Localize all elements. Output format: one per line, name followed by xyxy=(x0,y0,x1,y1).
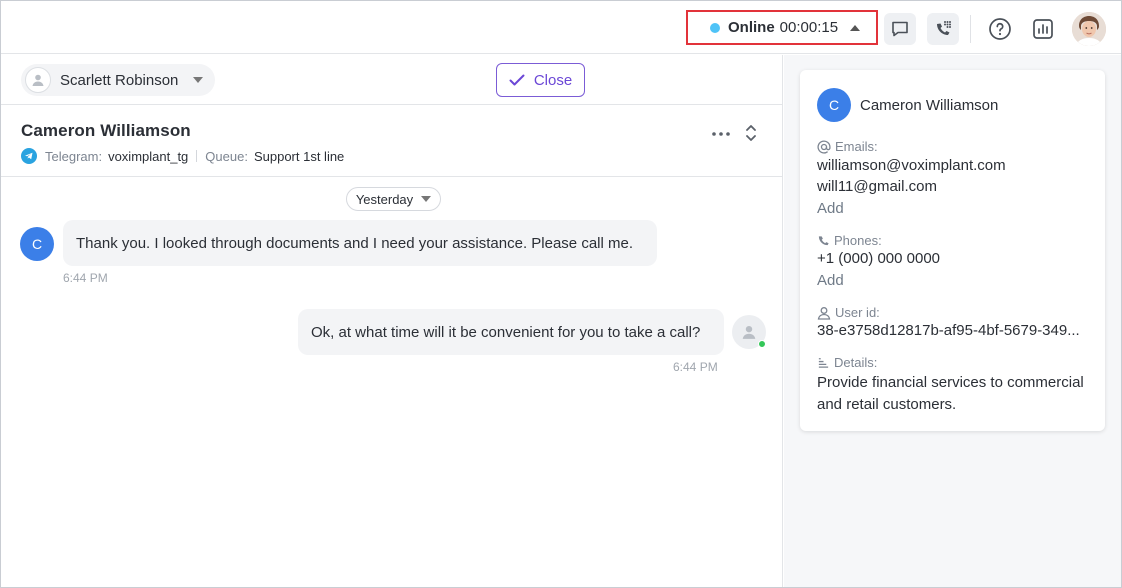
email-item[interactable]: will11@gmail.com xyxy=(817,178,937,195)
contact-header: Cameron Williamson Telegram: voximplant_… xyxy=(1,106,783,177)
contact-card: C Cameron Williamson Emails: williamson@… xyxy=(800,70,1105,431)
person-icon xyxy=(742,325,756,339)
online-indicator xyxy=(758,340,766,348)
userid-label: User id: xyxy=(817,305,880,320)
caret-down-icon xyxy=(193,77,203,83)
contact-card-name: Cameron Williamson xyxy=(860,97,999,114)
softphone-button[interactable] xyxy=(927,13,959,45)
details-icon xyxy=(817,356,830,369)
telegram-icon xyxy=(21,148,37,164)
user-outline-icon xyxy=(817,306,831,320)
person-icon xyxy=(32,74,44,86)
phones-label: Phones: xyxy=(817,233,882,248)
channel-value: voximplant_tg xyxy=(108,148,189,164)
add-email-link[interactable]: Add xyxy=(817,200,844,217)
chat-button[interactable] xyxy=(884,13,916,45)
caret-down-icon xyxy=(421,196,432,202)
channel-key: Telegram: xyxy=(45,148,103,164)
top-bar: Online 00:00:15 xyxy=(1,1,1121,54)
analytics-button[interactable] xyxy=(1029,15,1057,43)
message-bubble-incoming: Thank you. I looked through documents an… xyxy=(63,220,657,266)
phone-icon xyxy=(817,234,830,247)
close-label: Close xyxy=(533,71,573,89)
emails-label: Emails: xyxy=(817,139,878,154)
queue-key: Queue: xyxy=(205,148,248,164)
message-time: 6:44 PM xyxy=(63,271,108,285)
message-time: 6:44 PM xyxy=(673,360,718,374)
help-button[interactable] xyxy=(986,15,1014,43)
status-label: Online xyxy=(728,19,775,36)
status-timer: 00:00:15 xyxy=(779,19,839,36)
email-item[interactable]: williamson@voximplant.com xyxy=(817,157,1006,174)
chat-bubble-icon xyxy=(892,21,908,37)
expand-button[interactable] xyxy=(741,120,761,146)
message-bubble-outgoing: Ok, at what time will it be convenient f… xyxy=(298,309,724,355)
user-avatar[interactable] xyxy=(1072,12,1106,46)
status-selector[interactable]: Online 00:00:15 xyxy=(686,10,878,45)
add-phone-link[interactable]: Add xyxy=(817,272,844,289)
phone-dialpad-icon xyxy=(937,21,951,35)
help-icon xyxy=(989,18,1011,40)
contact-meta: Telegram: voximplant_tg Queue: Support 1… xyxy=(21,148,344,164)
date-divider[interactable]: Yesterday xyxy=(346,187,441,211)
more-dots-icon xyxy=(712,132,730,136)
userid-value: 38-e3758d12817b-af95-4bf-5679-349... xyxy=(817,322,1080,339)
queue-value: Support 1st line xyxy=(253,148,345,164)
meta-divider xyxy=(196,150,198,162)
assignee-name: Scarlett Robinson xyxy=(60,71,179,89)
check-icon xyxy=(509,74,525,86)
caret-up-icon xyxy=(850,24,861,31)
details-label: Details: xyxy=(817,355,877,370)
status-dot xyxy=(710,22,720,33)
at-icon xyxy=(817,140,831,154)
date-label: Yesterday xyxy=(355,191,414,207)
more-options-button[interactable] xyxy=(710,124,732,144)
details-value: Provide financial services to commercial… xyxy=(817,374,1084,413)
close-conversation-button[interactable]: Close xyxy=(496,63,585,97)
analytics-icon xyxy=(1033,19,1053,39)
contact-info-panel: C Cameron Williamson Emails: williamson@… xyxy=(784,55,1121,587)
client-avatar: C xyxy=(20,227,54,261)
assignee-dropdown[interactable]: Scarlett Robinson xyxy=(21,64,215,96)
assignee-avatar xyxy=(25,67,51,93)
user-photo-icon xyxy=(1072,12,1106,46)
contact-name: Cameron Williamson xyxy=(21,121,191,140)
expand-icon xyxy=(746,125,756,141)
assign-row: Scarlett Robinson Close xyxy=(1,55,783,105)
chat-panel: Scarlett Robinson Close Cameron Williams… xyxy=(1,55,783,587)
contact-avatar: C xyxy=(817,88,851,122)
phone-item[interactable]: +1 (000) 000 0000 xyxy=(817,250,940,267)
toolbar-divider xyxy=(970,15,971,43)
